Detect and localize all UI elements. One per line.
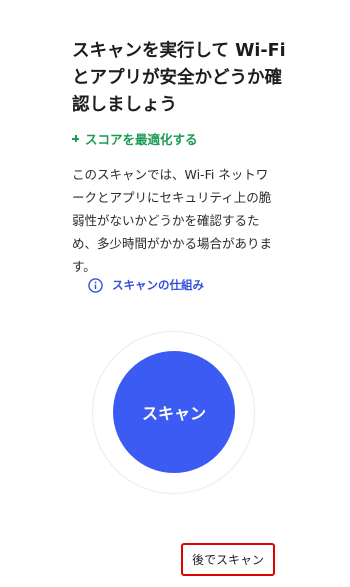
description-line-5: す。 xyxy=(72,259,96,274)
scan-button[interactable]: スキャン xyxy=(113,351,235,473)
plus-icon xyxy=(72,135,79,142)
description-line-1: このスキャンでは、Wi-Fi ネットワ xyxy=(72,167,269,182)
title-line-2: とアプリが安全かどうか確 xyxy=(72,68,282,88)
optimize-score-link[interactable]: スコアを最適化する xyxy=(72,129,198,148)
scan-description: このスキャンでは、Wi-Fi ネットワ ークとアプリにセキュリティ上の脆 弱性が… xyxy=(72,163,287,278)
title-line-3: 認しましょう xyxy=(72,95,177,115)
info-icon xyxy=(88,277,103,293)
optimize-score-label: スコアを最適化する xyxy=(85,132,198,147)
description-line-2: ークとアプリにセキュリティ上の脆 xyxy=(72,190,272,205)
description-line-4: め、多少時間がかかる場合がありま xyxy=(72,236,273,251)
title-line-1: スキャンを実行して Wi-Fi xyxy=(72,41,286,61)
page-title: スキャンを実行して Wi-Fi とアプリが安全かどうか確 認しましょう xyxy=(72,38,302,119)
description-line-3: 弱性がないかどうかを確認するた xyxy=(72,213,260,228)
scan-later-button[interactable]: 後でスキャン xyxy=(181,543,275,576)
how-scan-works-label: スキャンの仕組み xyxy=(112,278,204,292)
how-scan-works-link[interactable]: スキャンの仕組み xyxy=(88,277,204,293)
